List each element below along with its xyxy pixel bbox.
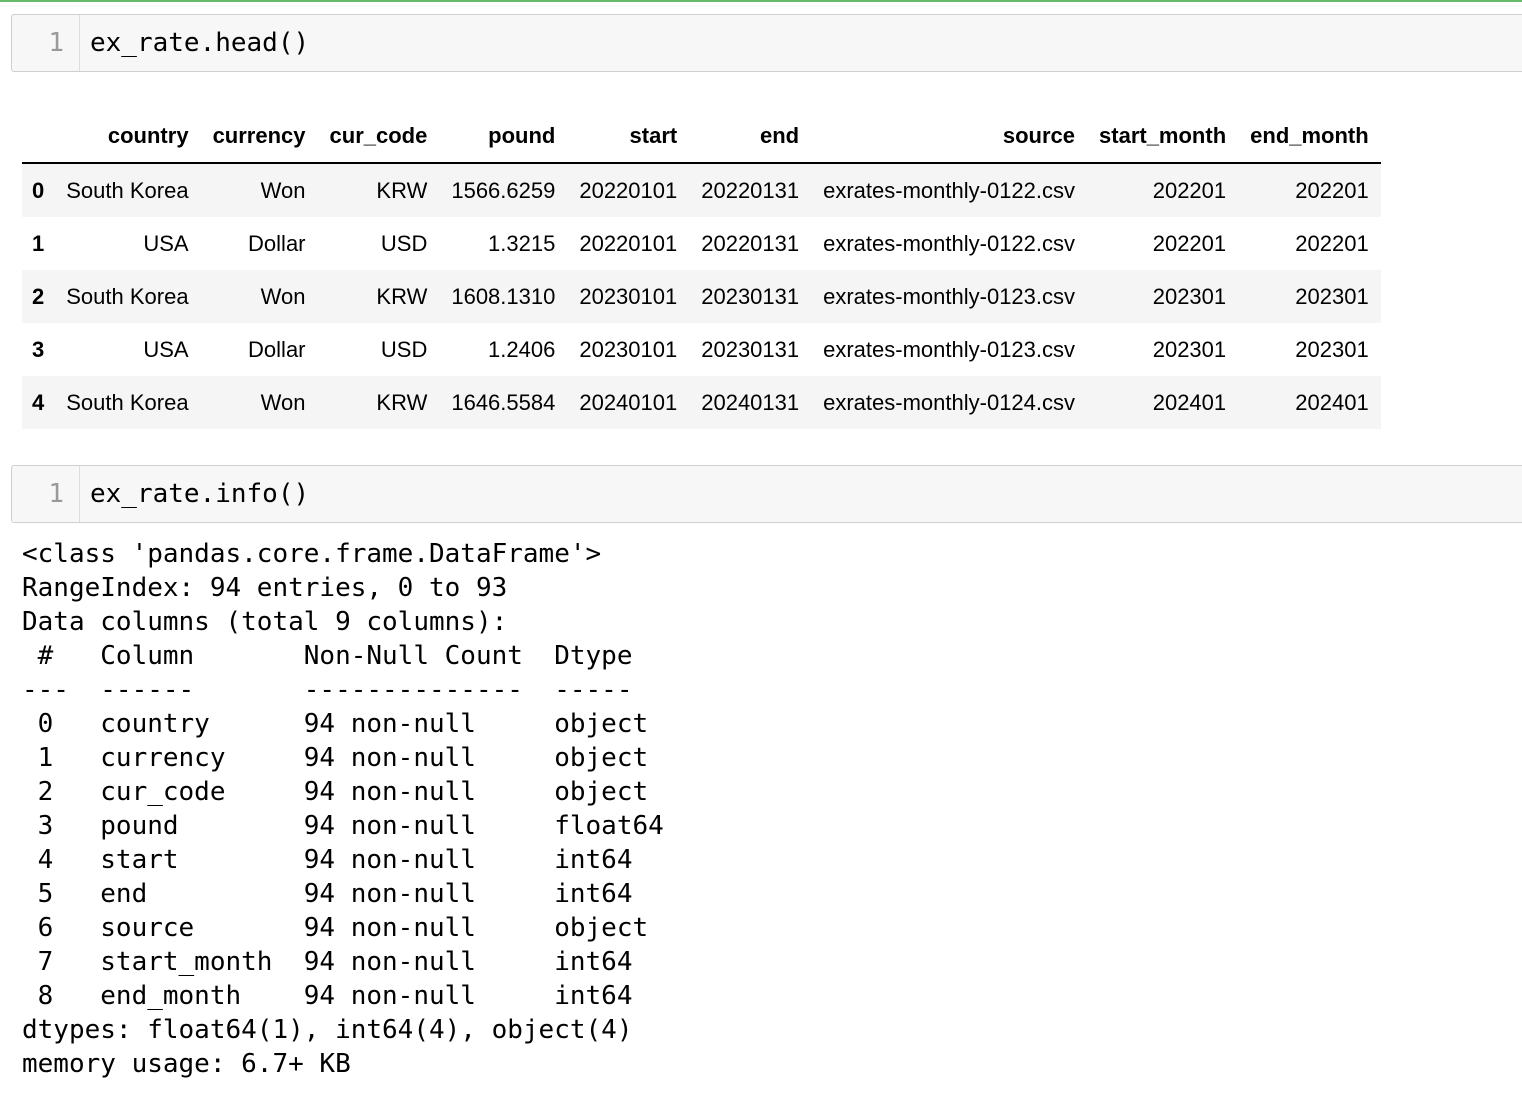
table-header: country currency cur_code pound start end sour… (22, 110, 1381, 164)
code-text[interactable]: ex_rate.head() (90, 15, 309, 71)
table-body: 0 South Korea Won KRW 1566.6259 20220101 20220… (22, 163, 1381, 429)
table-cell: Won (260, 283, 306, 309)
table-cell: KRW (376, 283, 428, 309)
table-row: 2 South Korea Won KRW 1608.1310 20230101 20230… (22, 270, 1381, 323)
output-line: 7 start_month 94 non-null int64 (22, 947, 664, 977)
output-line: 1 currency 94 non-null object (22, 743, 664, 773)
line-number: 1 (12, 15, 80, 71)
output-line: Data columns (total 9 columns): (22, 607, 508, 637)
table-cell: USA (143, 230, 189, 256)
table-cell: 20240131 (701, 389, 800, 415)
table-cell: Dollar (248, 230, 306, 256)
column-header: country (54, 110, 201, 164)
column-header: start_month (1087, 110, 1239, 164)
table-cell: South Korea (66, 177, 189, 203)
table-cell: 20220131 (701, 230, 800, 256)
table-cell: 202201 (1152, 230, 1227, 256)
table-cell: 20230101 (579, 283, 678, 309)
table-cell: Dollar (248, 336, 306, 362)
table-row: 4 South Korea Won KRW 1646.5584 20240101 20240… (22, 376, 1381, 429)
code-text[interactable]: ex_rate.info() (90, 466, 309, 522)
table-cell: 202201 (1152, 177, 1227, 203)
code-cell-head[interactable]: 1 ex_rate.head() (11, 14, 1522, 72)
table-cell: 1646.5584 (451, 389, 556, 415)
table-cell: exrates-monthly-0123.csv (823, 283, 1076, 309)
table-cell: 20230101 (579, 336, 678, 362)
output-line: --- ------ -------------- ----- (22, 675, 664, 705)
table-cell: 1.2406 (488, 336, 556, 362)
index-header (22, 110, 55, 164)
table-cell: 202301 (1152, 283, 1227, 309)
output-line: memory usage: 6.7+ KB (22, 1049, 351, 1079)
table-cell: exrates-monthly-0122.csv (823, 230, 1076, 256)
table-cell: USD (380, 336, 428, 362)
info-output: <class 'pandas.core.frame.DataFrame'> Ran… (22, 537, 664, 1081)
table-cell: 20220101 (579, 177, 678, 203)
column-header: end (689, 110, 812, 164)
table-row: 1 USA Dollar USD 1.3215 20220101 20220131 exrat… (22, 217, 1381, 270)
table-cell: USD (380, 230, 428, 256)
code-cell-info[interactable]: 1 ex_rate.info() (11, 465, 1522, 523)
output-line: 5 end 94 non-null int64 (22, 879, 664, 909)
output-line: dtypes: float64(1), int64(4), object(4) (22, 1015, 633, 1045)
column-header: pound (439, 110, 568, 164)
table-cell: 1566.6259 (451, 177, 556, 203)
output-line: 3 pound 94 non-null float64 (22, 811, 664, 841)
row-index: 0 (32, 177, 45, 203)
table-cell: 1608.1310 (451, 283, 556, 309)
table-cell: 202201 (1295, 177, 1369, 203)
table-cell: Won (260, 177, 306, 203)
line-number: 1 (12, 466, 80, 522)
table-cell: exrates-monthly-0123.csv (823, 336, 1076, 362)
output-line: 4 start 94 non-null int64 (22, 845, 664, 875)
row-index: 4 (32, 389, 45, 415)
table-row: 3 USA Dollar USD 1.2406 20230101 20230131 exrat… (22, 323, 1381, 376)
row-index: 3 (32, 336, 45, 362)
table-cell: USA (143, 336, 189, 362)
table-cell: 202201 (1295, 230, 1369, 256)
output-line: <class 'pandas.core.frame.DataFrame'> (22, 539, 602, 569)
cell-selection-indicator (0, 0, 1522, 2)
row-index: 2 (32, 283, 45, 309)
table-cell: 20220131 (701, 177, 800, 203)
table-cell: 202301 (1295, 283, 1369, 309)
output-line: 0 country 94 non-null object (22, 709, 664, 739)
table-cell: exrates-monthly-0122.csv (823, 177, 1076, 203)
column-header: source (811, 110, 1088, 164)
table-cell: 202301 (1152, 336, 1227, 362)
row-index: 1 (32, 230, 45, 256)
table-cell: 20240101 (579, 389, 678, 415)
output-line: RangeIndex: 94 entries, 0 to 93 (22, 573, 508, 603)
table-cell: 202301 (1295, 336, 1369, 362)
table-cell: 202401 (1152, 389, 1227, 415)
table-cell: KRW (376, 177, 428, 203)
table-row: 0 South Korea Won KRW 1566.6259 20220101 20220… (22, 163, 1381, 217)
table-cell: 20220101 (579, 230, 678, 256)
table-cell: KRW (376, 389, 428, 415)
column-header: cur_code (317, 110, 440, 164)
column-header: currency (200, 110, 318, 164)
table-cell: South Korea (66, 389, 189, 415)
column-header: start (567, 110, 690, 164)
dataframe-output: country currency cur_code pound start end sour… (22, 110, 1381, 429)
table-cell: 20230131 (701, 283, 800, 309)
table-cell: 20230131 (701, 336, 800, 362)
table-cell: exrates-monthly-0124.csv (823, 389, 1076, 415)
table-cell: 1.3215 (488, 230, 556, 256)
table-cell: South Korea (66, 283, 189, 309)
table-cell: Won (260, 389, 306, 415)
column-header: end_month (1238, 110, 1381, 164)
output-line: 8 end_month 94 non-null int64 (22, 981, 664, 1011)
output-line: # Column Non-Null Count Dtype (22, 641, 664, 671)
header-row: country currency cur_code pound start end sour… (22, 110, 1381, 164)
output-line: 6 source 94 non-null object (22, 913, 664, 943)
output-line: 2 cur_code 94 non-null object (22, 777, 664, 807)
table-cell: 202401 (1295, 389, 1369, 415)
